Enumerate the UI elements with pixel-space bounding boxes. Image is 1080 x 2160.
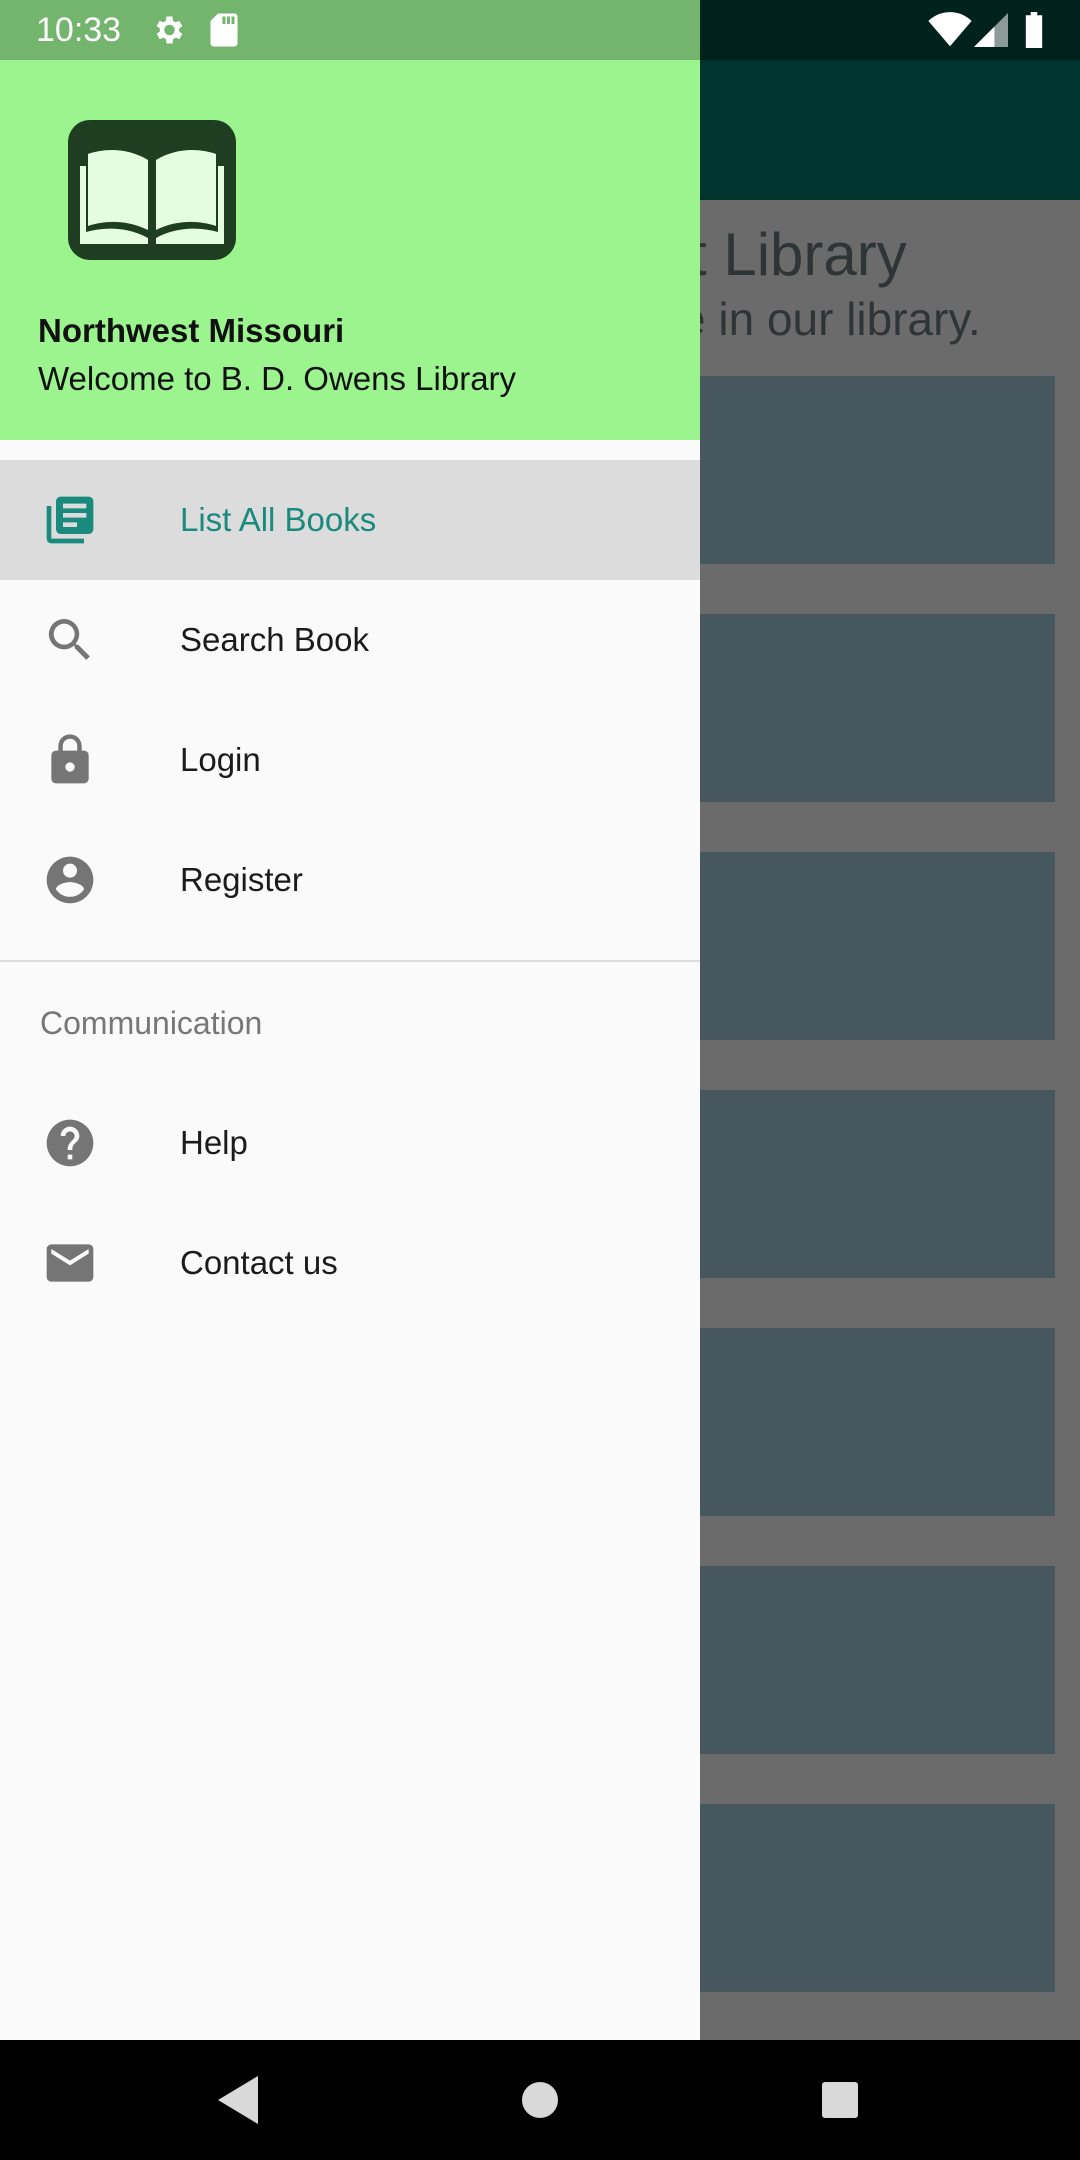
background-card <box>690 376 1055 564</box>
recents-square-icon <box>822 2082 858 2118</box>
background-card <box>690 1328 1055 1516</box>
menu-item-label: Login <box>180 741 261 778</box>
menu-item-search-book[interactable]: Search Book <box>0 580 700 700</box>
menu-item-label: Register <box>180 861 303 898</box>
menu-item-login[interactable]: Login <box>0 700 700 820</box>
open-book-icon <box>80 150 224 244</box>
recents-button[interactable] <box>810 2070 870 2130</box>
mail-icon <box>40 1233 100 1293</box>
menu-item-label: List All Books <box>180 501 377 538</box>
background-card <box>690 614 1055 802</box>
lock-icon <box>40 730 100 790</box>
menu-item-help[interactable]: Help <box>0 1083 700 1203</box>
sd-card-icon <box>208 12 240 53</box>
menu-item-label: Help <box>180 1124 248 1161</box>
wifi-icon <box>928 12 972 53</box>
account-icon <box>40 850 100 910</box>
battery-icon <box>1024 12 1044 53</box>
settings-icon <box>150 12 186 53</box>
menu-item-register[interactable]: Register <box>0 820 700 940</box>
menu-divider <box>0 960 700 962</box>
background-card <box>690 852 1055 1040</box>
drawer-header-title: Northwest Missouri <box>38 312 345 349</box>
library-logo <box>68 120 236 260</box>
back-button[interactable] <box>210 2070 270 2130</box>
help-icon <box>40 1113 100 1173</box>
menu-item-list-all-books[interactable]: List All Books <box>0 460 700 580</box>
drawer-header-subtitle: Welcome to B. D. Owens Library <box>38 360 517 397</box>
menu-item-label: Search Book <box>180 621 369 658</box>
menu-item-label: Contact us <box>180 1244 338 1281</box>
home-circle-icon <box>522 2082 558 2118</box>
background-card <box>690 1090 1055 1278</box>
status-time: 10:33 <box>36 11 122 49</box>
background-card <box>690 1566 1055 1754</box>
home-button[interactable] <box>510 2070 570 2130</box>
background-card <box>690 1804 1055 1992</box>
section-header-communication: Communication <box>40 1005 263 1041</box>
back-triangle-icon <box>218 2076 258 2124</box>
search-icon <box>40 610 100 670</box>
list-books-icon <box>40 490 100 550</box>
menu-item-contact-us[interactable]: Contact us <box>0 1203 700 1323</box>
background-subtitle: e in our library. <box>680 293 981 345</box>
signal-icon <box>974 12 1008 53</box>
